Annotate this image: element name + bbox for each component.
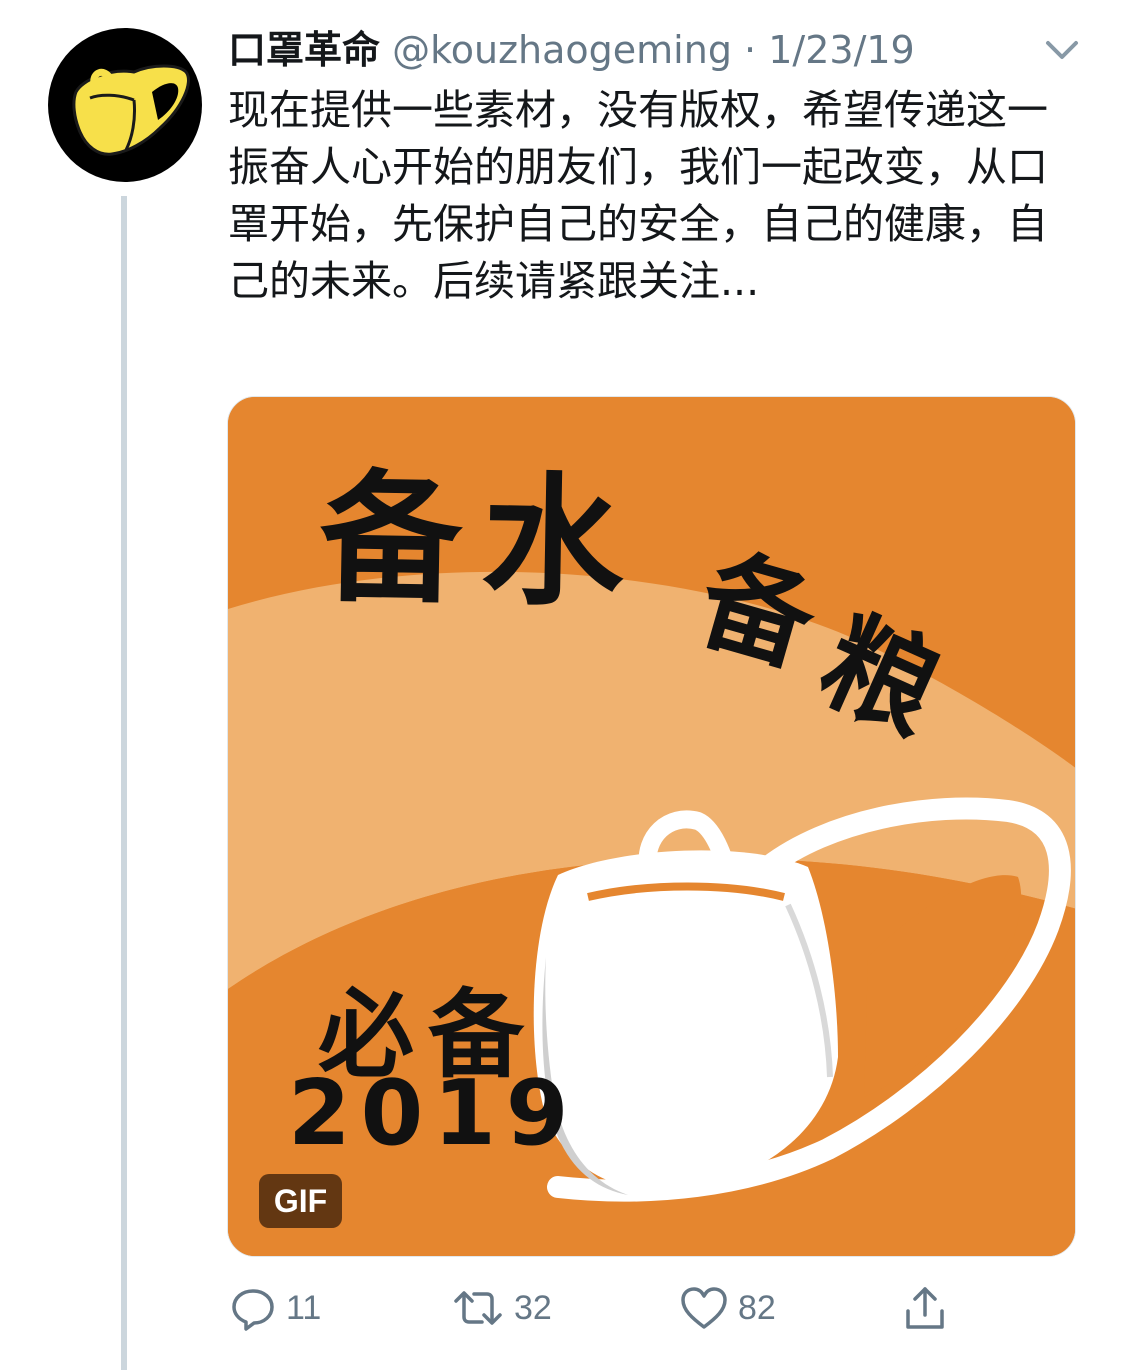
more-options-button[interactable]	[1040, 30, 1084, 70]
reply-count: 11	[286, 1288, 322, 1327]
separator-dot: ·	[744, 28, 757, 72]
media-text-line1: 备水	[318, 456, 646, 627]
media-text-year: 2019	[288, 1061, 579, 1166]
mask-avatar-icon	[72, 64, 190, 156]
heart-icon	[681, 1287, 727, 1329]
share-button[interactable]	[900, 1278, 950, 1338]
like-button[interactable]: 82	[678, 1278, 776, 1338]
tweet-text: 现在提供一些素材，没有版权，希望传递这一振奋人心开始的朋友们，我们一起改变，从口…	[228, 86, 1048, 305]
chevron-down-icon	[1046, 41, 1078, 59]
like-count: 82	[738, 1288, 776, 1327]
reply-icon	[232, 1289, 274, 1331]
retweet-count: 32	[514, 1288, 552, 1327]
avatar[interactable]	[48, 28, 202, 182]
thread-line	[121, 196, 127, 1370]
reply-button[interactable]: 11	[228, 1278, 321, 1338]
retweet-icon	[454, 1291, 502, 1325]
user-handle[interactable]: @kouzhaogeming	[392, 28, 732, 72]
tweet-media-gif[interactable]: 备水 备 粮 必备 2019 GIF	[227, 396, 1076, 1257]
tweet-header: 口罩革命 @kouzhaogeming · 1/23/19	[228, 24, 1018, 76]
gif-badge: GIF	[259, 1174, 342, 1228]
display-name[interactable]: 口罩革命	[228, 28, 380, 72]
tweet-actions: 11 32 82	[228, 1278, 988, 1338]
retweet-button[interactable]: 32	[450, 1278, 552, 1338]
tweet-date[interactable]: 1/23/19	[768, 28, 915, 72]
share-icon	[906, 1287, 944, 1329]
